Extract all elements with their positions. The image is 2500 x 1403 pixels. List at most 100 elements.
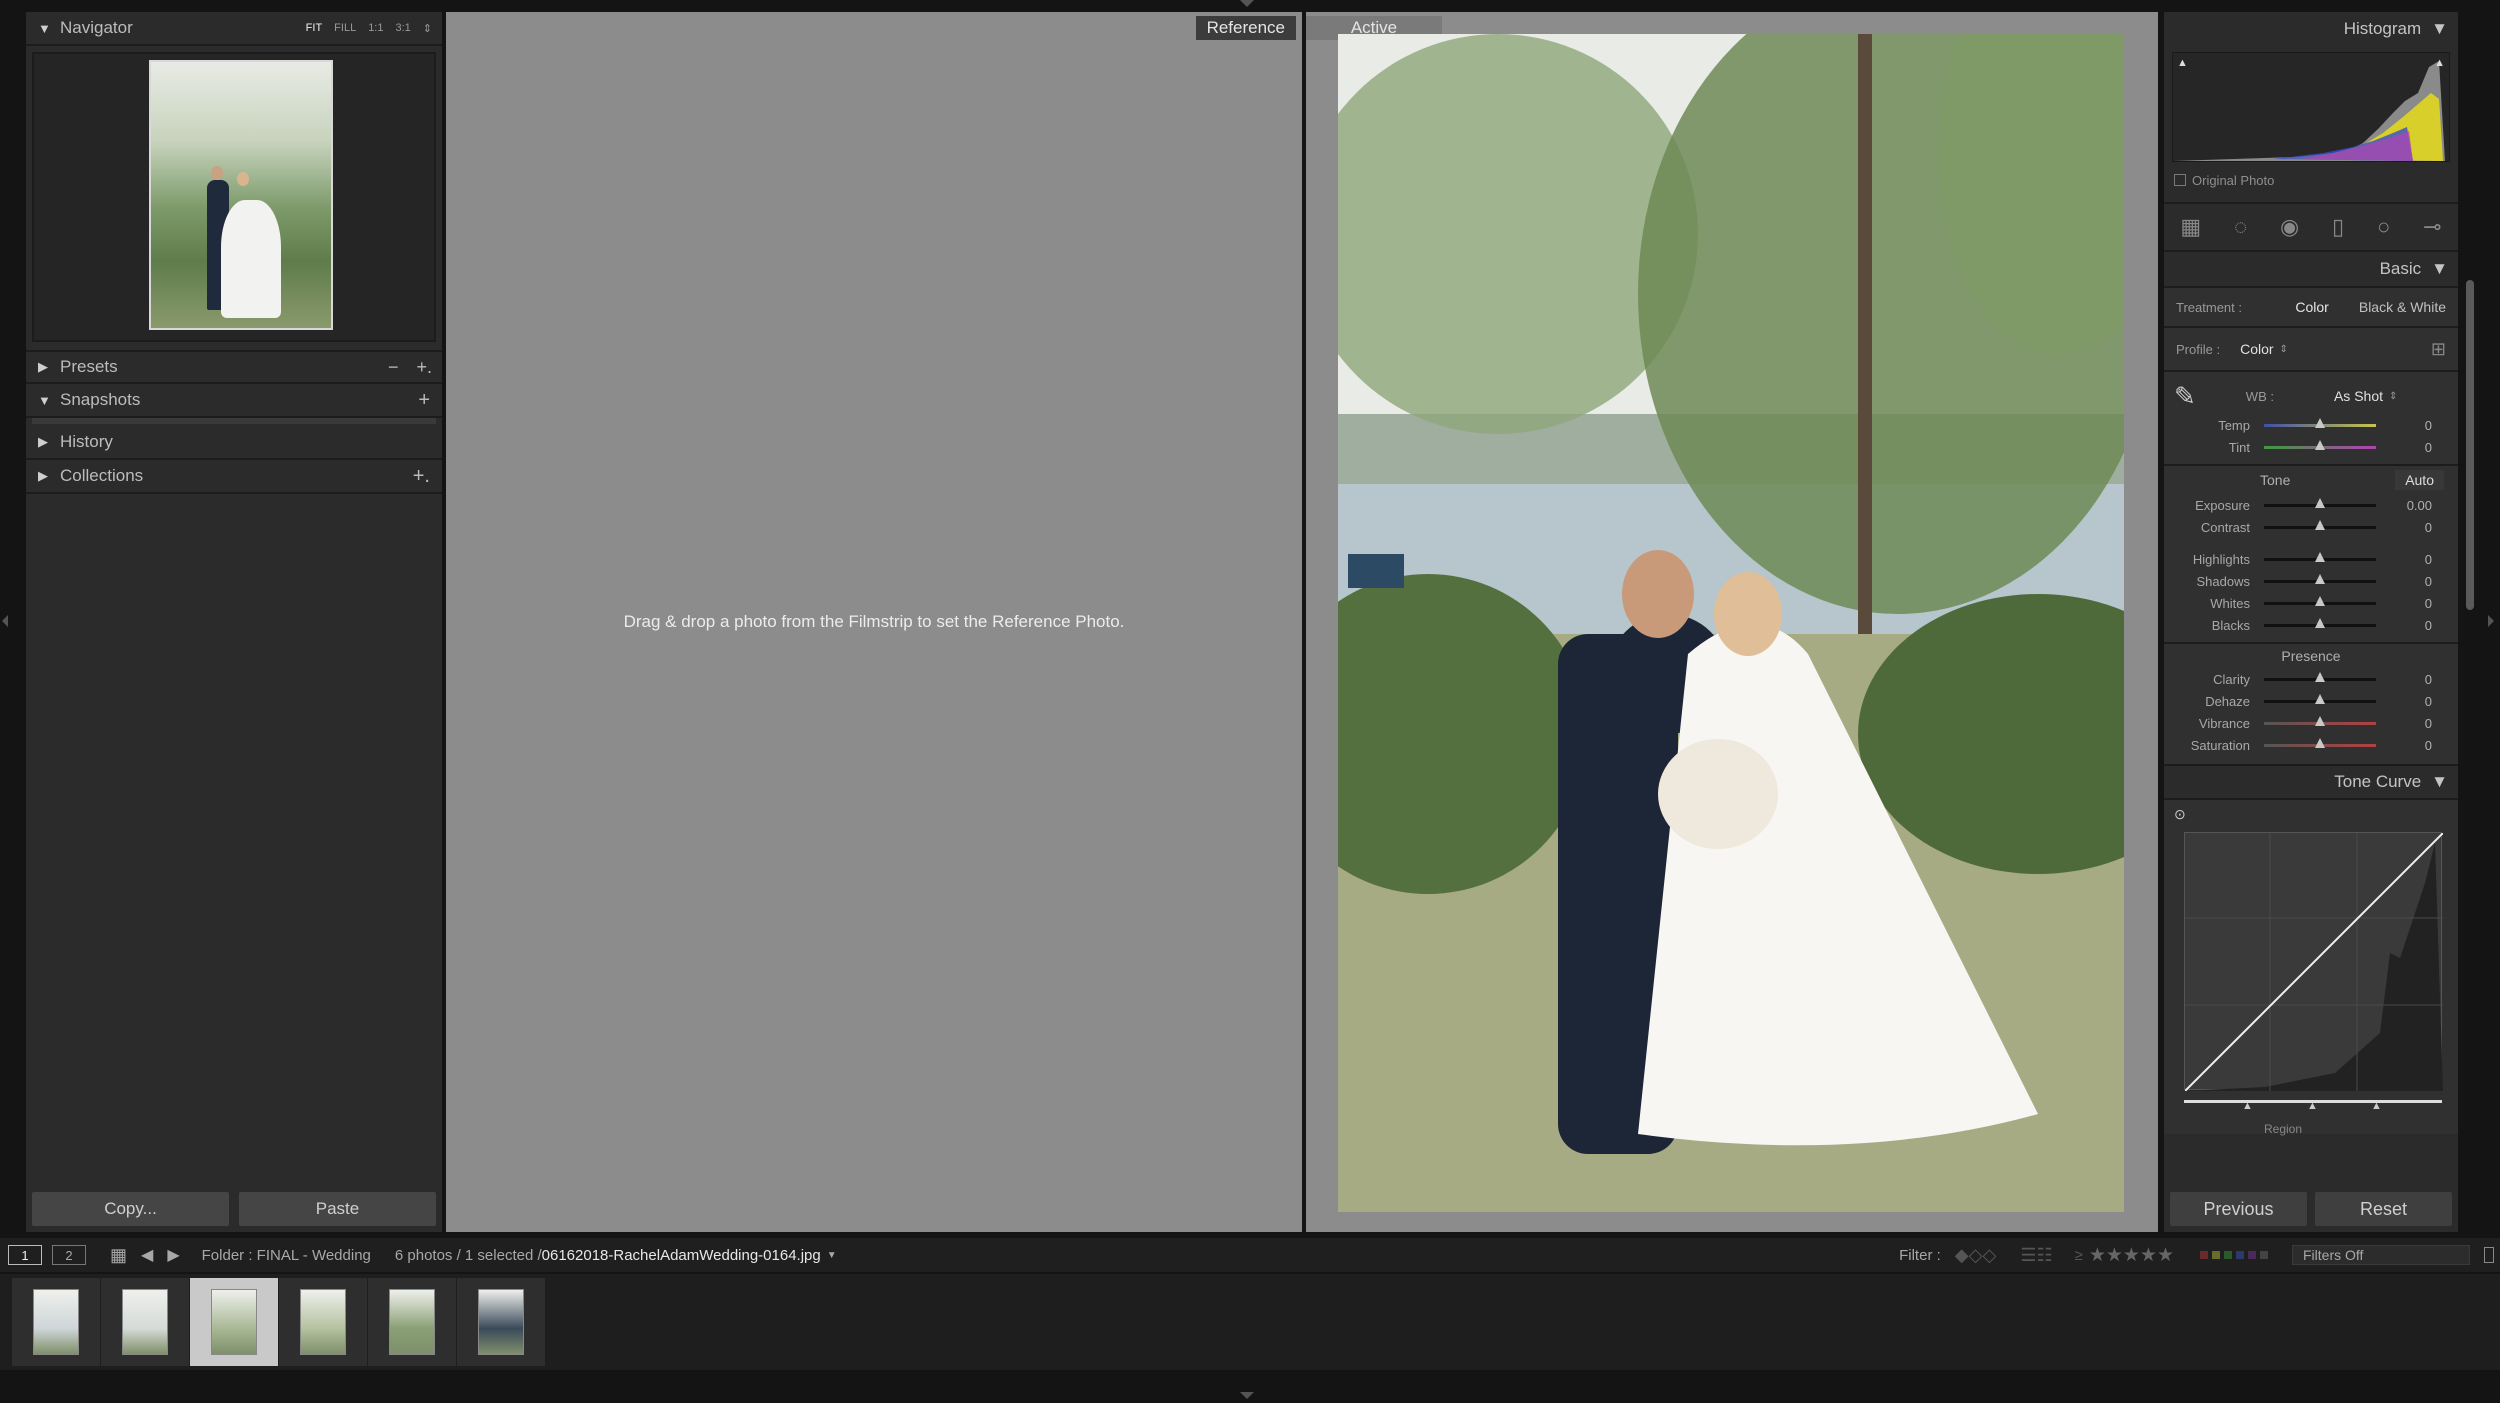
- filter-lock-icon[interactable]: [2484, 1247, 2494, 1263]
- slider-track[interactable]: [2264, 671, 2376, 682]
- color-label-filter[interactable]: [2200, 1251, 2268, 1259]
- slider-value[interactable]: 0.00: [2376, 498, 2432, 513]
- slider-track[interactable]: [2264, 737, 2376, 748]
- spot-removal-icon[interactable]: ◌: [2234, 214, 2247, 240]
- split-handle-icon[interactable]: ▲: [2307, 1100, 2318, 1112]
- slider-value[interactable]: 0: [2376, 716, 2432, 731]
- navigator-preview[interactable]: [32, 52, 436, 342]
- filename-text[interactable]: 06162018-RachelAdamWedding-0164.jpg: [542, 1247, 821, 1264]
- treatment-bw-option[interactable]: Black & White: [2359, 299, 2446, 315]
- reset-button[interactable]: Reset: [2315, 1192, 2452, 1226]
- slider-track[interactable]: [2264, 497, 2376, 508]
- add-snapshot-button[interactable]: +: [418, 389, 442, 412]
- history-header[interactable]: ▶ History: [26, 426, 442, 460]
- left-panel-toggle-icon[interactable]: [2, 615, 8, 627]
- profile-select[interactable]: Color: [2240, 341, 2273, 357]
- slider-knob[interactable]: [2315, 519, 2325, 530]
- navigator-header[interactable]: ▼ Navigator FIT FILL 1:1 3:1 ⇕: [26, 12, 442, 46]
- treatment-color-option[interactable]: Color: [2295, 299, 2328, 315]
- zoom-fit[interactable]: FIT: [306, 22, 323, 35]
- filmstrip-thumbnail[interactable]: [457, 1278, 545, 1366]
- remove-preset-button[interactable]: −: [388, 357, 417, 378]
- green-label-icon[interactable]: [2224, 1251, 2232, 1259]
- slider-value[interactable]: 0: [2376, 574, 2432, 589]
- grid-view-icon[interactable]: ▦: [110, 1245, 127, 1266]
- slider-value[interactable]: 0: [2376, 618, 2432, 633]
- other-label-icon[interactable]: [2260, 1251, 2268, 1259]
- slider-knob[interactable]: [2315, 617, 2325, 628]
- presets-header[interactable]: ▶ Presets − +.: [26, 350, 442, 384]
- slider-track[interactable]: [2264, 595, 2376, 606]
- forward-arrow-icon[interactable]: ▶: [167, 1245, 179, 1265]
- filmstrip-thumbnail[interactable]: [101, 1278, 189, 1366]
- slider-knob[interactable]: [2315, 497, 2325, 508]
- slider-knob[interactable]: [2315, 693, 2325, 704]
- right-panel-scrollbar[interactable]: [2466, 280, 2474, 610]
- slider-track[interactable]: [2264, 693, 2376, 704]
- slider-knob[interactable]: [2315, 595, 2325, 606]
- target-adjust-icon[interactable]: ⊙: [2174, 806, 2186, 823]
- screen-1-button[interactable]: 1: [8, 1245, 42, 1265]
- folder-text[interactable]: Folder : FINAL - Wedding: [202, 1247, 371, 1264]
- reference-view[interactable]: Reference Drag & drop a photo from the F…: [446, 12, 1302, 1232]
- rating-stars[interactable]: ★★★★★: [2089, 1244, 2174, 1267]
- slider-track[interactable]: [2264, 519, 2376, 530]
- split-handle-icon[interactable]: ▲: [2371, 1100, 2382, 1112]
- zoom-3-1[interactable]: 3:1: [395, 22, 410, 35]
- slider-knob[interactable]: [2315, 439, 2325, 450]
- crop-grid-icon[interactable]: ▦: [2180, 214, 2201, 240]
- slider-value[interactable]: 0: [2376, 596, 2432, 611]
- slider-knob[interactable]: [2315, 737, 2325, 748]
- zoom-1-1[interactable]: 1:1: [368, 22, 383, 35]
- slider-value[interactable]: 0: [2376, 694, 2432, 709]
- auto-tone-button[interactable]: Auto: [2395, 470, 2444, 490]
- red-label-icon[interactable]: [2200, 1251, 2208, 1259]
- slider-knob[interactable]: [2315, 715, 2325, 726]
- filters-select[interactable]: Filters Off: [2292, 1245, 2470, 1265]
- tone-curve-header[interactable]: Tone Curve ▼: [2164, 764, 2458, 798]
- slider-value[interactable]: 0: [2376, 672, 2432, 687]
- previous-button[interactable]: Previous: [2170, 1192, 2307, 1226]
- filmstrip-thumbnail[interactable]: [368, 1278, 456, 1366]
- flag-filter-icon[interactable]: ◆◇◇: [1955, 1245, 1997, 1266]
- shadow-clipping-icon[interactable]: ▲: [2177, 57, 2188, 69]
- radial-filter-icon[interactable]: ○: [2377, 214, 2390, 240]
- highlight-clipping-icon[interactable]: ▲: [2434, 57, 2445, 69]
- blue-label-icon[interactable]: [2236, 1251, 2244, 1259]
- slider-knob[interactable]: [2315, 417, 2325, 428]
- wb-eyedropper-icon[interactable]: ✎: [2174, 381, 2196, 412]
- brush-icon[interactable]: ⊸: [2423, 214, 2441, 240]
- profile-browser-icon[interactable]: ⊞: [2431, 339, 2446, 360]
- slider-knob[interactable]: [2315, 671, 2325, 682]
- copy-button[interactable]: Copy...: [32, 1192, 229, 1226]
- slider-value[interactable]: 0: [2376, 520, 2432, 535]
- slider-value[interactable]: 0: [2376, 418, 2432, 433]
- top-panel-toggle-icon[interactable]: [1240, 0, 1254, 7]
- slider-track[interactable]: [2264, 715, 2376, 726]
- wb-select[interactable]: As Shot: [2334, 388, 2383, 404]
- graduated-filter-icon[interactable]: ▯: [2332, 214, 2344, 240]
- slider-track[interactable]: [2264, 573, 2376, 584]
- slider-track[interactable]: [2264, 551, 2376, 562]
- add-preset-button[interactable]: +.: [416, 357, 442, 378]
- screen-2-button[interactable]: 2: [52, 1245, 86, 1265]
- filmstrip-thumbnail[interactable]: [279, 1278, 367, 1366]
- slider-value[interactable]: 0: [2376, 440, 2432, 455]
- back-arrow-icon[interactable]: ◀: [141, 1245, 153, 1265]
- purple-label-icon[interactable]: [2248, 1251, 2256, 1259]
- slider-track[interactable]: [2264, 417, 2376, 428]
- checkbox-icon[interactable]: [2174, 174, 2186, 186]
- edit-filter-icon[interactable]: ☰☷: [2020, 1245, 2052, 1266]
- histogram[interactable]: ▲ ▲: [2172, 52, 2450, 162]
- bottom-panel-toggle-icon[interactable]: [1240, 1392, 1254, 1399]
- collections-header[interactable]: ▶ Collections +.: [26, 460, 442, 494]
- zoom-stepper-icon[interactable]: ⇕: [423, 22, 432, 35]
- right-panel-toggle-icon[interactable]: [2488, 615, 2494, 627]
- tone-curve-graph[interactable]: [2184, 832, 2444, 1092]
- rating-operator[interactable]: ≥: [2075, 1247, 2083, 1264]
- snapshots-header[interactable]: ▼ Snapshots +: [26, 384, 442, 418]
- split-handle-icon[interactable]: ▲: [2242, 1100, 2253, 1112]
- slider-value[interactable]: 0: [2376, 738, 2432, 753]
- active-photo[interactable]: [1338, 34, 2124, 1212]
- add-collection-button[interactable]: +.: [413, 465, 442, 488]
